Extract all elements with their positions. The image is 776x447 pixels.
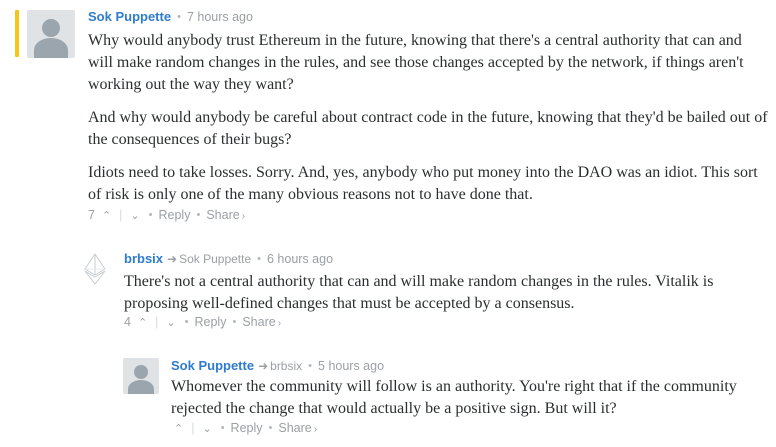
comment-meta: Sok Puppette ➜ brbsix • 5 hours ago [171, 358, 385, 373]
chevron-up-icon[interactable]: ⌃ [171, 422, 186, 435]
paragraph: Why would anybody trust Ethereum in the … [88, 32, 744, 93]
chevron-down-icon[interactable]: ⌄ [127, 209, 142, 222]
in-reply-to[interactable]: Sok Puppette [179, 252, 251, 266]
chevron-right-icon: › [277, 318, 282, 329]
paragraph: Idiots need to take losses. Sorry. And, … [88, 164, 758, 203]
reply-button[interactable]: Reply [231, 421, 263, 435]
reply-button[interactable]: Reply [159, 208, 191, 222]
chevron-up-icon[interactable]: ⌃ [99, 209, 114, 222]
avatar[interactable] [27, 10, 75, 58]
chevron-up-icon[interactable]: ⌃ [135, 316, 150, 329]
reply-arrow-icon: ➜ [258, 358, 269, 373]
comment-body: Why would anybody trust Ethereum in the … [88, 30, 770, 217]
author-name[interactable]: brbsix [124, 251, 163, 266]
chevron-down-icon[interactable]: ⌄ [163, 316, 178, 329]
ethereum-logo-icon[interactable] [77, 251, 113, 287]
comment-actions: 4 ⌃ | ⌄ • Reply • Share › [124, 315, 282, 329]
share-button[interactable]: Share › [242, 315, 281, 329]
timestamp[interactable]: 5 hours ago [318, 359, 384, 373]
comment-meta: brbsix ➜ Sok Puppette • 6 hours ago [124, 251, 334, 266]
timestamp[interactable]: 7 hours ago [187, 10, 253, 24]
reply-button[interactable]: Reply [195, 315, 227, 329]
comment-actions: 7 ⌃ | ⌄ • Reply • Share › [88, 208, 246, 222]
share-button[interactable]: Share › [206, 208, 245, 222]
chevron-right-icon: › [241, 211, 246, 222]
author-name[interactable]: Sok Puppette [171, 358, 254, 373]
comment-2: brbsix ➜ Sok Puppette • 6 hours ago Ther… [0, 240, 776, 340]
chevron-right-icon: › [313, 424, 318, 435]
comment-actions: ⌃ | ⌄ • Reply • Share › [171, 421, 317, 435]
in-reply-to[interactable]: brbsix [270, 359, 302, 373]
chevron-down-icon[interactable]: ⌄ [199, 422, 214, 435]
timestamp[interactable]: 6 hours ago [267, 252, 333, 266]
paragraph: Whomever the community will follow is an… [171, 378, 737, 417]
comment-3: Sok Puppette ➜ brbsix • 5 hours ago Whom… [0, 348, 776, 447]
new-comment-highlight [15, 10, 19, 57]
comment-meta: Sok Puppette • 7 hours ago [88, 9, 253, 24]
vote-count: 4 [124, 315, 131, 329]
paragraph: There's not a central authority that can… [124, 273, 714, 312]
author-name[interactable]: Sok Puppette [88, 9, 171, 24]
vote-count: 7 [88, 208, 95, 222]
reply-arrow-icon: ➜ [167, 251, 178, 266]
avatar[interactable] [123, 358, 159, 394]
paragraph: And why would anybody be careful about c… [88, 109, 768, 148]
comment-1: Sok Puppette • 7 hours ago Why would any… [0, 0, 776, 230]
share-button[interactable]: Share › [278, 421, 317, 435]
